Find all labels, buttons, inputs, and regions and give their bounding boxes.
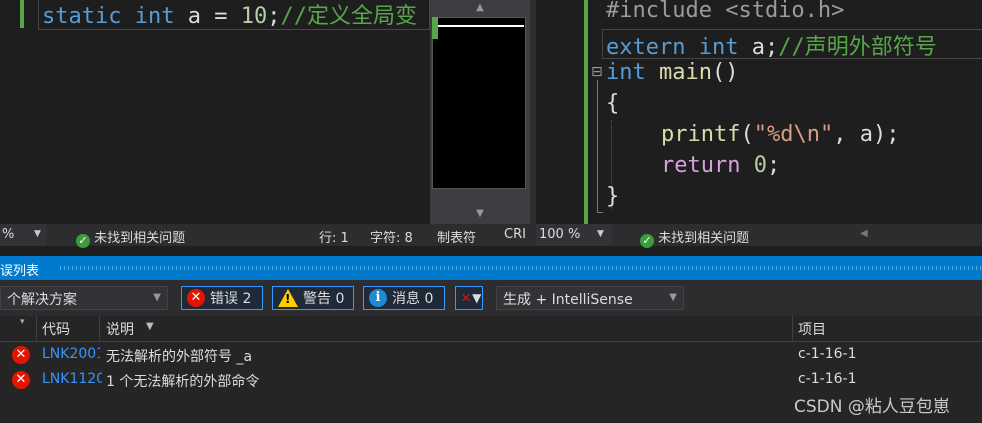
fold-line [597, 80, 598, 212]
sort-chevron-down-icon[interactable]: ▼ [146, 321, 154, 332]
line-ending[interactable]: CRI [504, 227, 530, 242]
panel-title: 误列表 [0, 264, 40, 279]
right-status-bar: 100 % ▼ ✓ 未找到相关问题 ◀ [536, 224, 982, 248]
messages-filter-button[interactable]: i 消息 0 [363, 286, 445, 310]
warning-icon: ! [278, 289, 298, 307]
table-row[interactable]: ✕ LNK2001 无法解析的外部符号 _a c-1-16-1 [0, 343, 982, 368]
right-editor[interactable]: #include <stdio.h> extern int a;//声明外部符号… [536, 0, 982, 224]
column-code[interactable]: 代码 [42, 319, 70, 339]
code-line-6[interactable]: return 0; [661, 153, 780, 178]
code-line[interactable]: static int a = 10;//定义全局变 [42, 0, 430, 30]
issues-indicator[interactable]: ✓ 未找到相关问题 [640, 227, 749, 248]
clear-filter-button[interactable]: ✕ ▼ [455, 286, 483, 310]
warnings-filter-button[interactable]: ! 警告 0 [272, 286, 354, 310]
code-line-3[interactable]: int main() [606, 60, 738, 85]
code-line-7[interactable]: } [606, 184, 619, 209]
column-divider [36, 316, 37, 341]
filter-clear-icon: ✕ [461, 291, 472, 305]
error-description: 1 个无法解析的外部命令 [106, 374, 260, 390]
code-line-2[interactable]: extern int a;//声明外部符号 [606, 29, 937, 61]
error-icon: ✕ [12, 371, 30, 389]
error-code-link[interactable]: LNK2001 [42, 346, 100, 362]
table-header: ▾ 代码 说明 ▼ 项目 [0, 316, 982, 342]
code-line-5[interactable]: printf("%d\n", a); [661, 122, 899, 147]
chevron-down-icon: ▼ [669, 292, 677, 303]
line-number[interactable]: 行: 1 [319, 227, 349, 246]
minimap-change-marker [432, 17, 438, 39]
tab-mode[interactable]: 制表符 [437, 227, 476, 246]
chevron-down-icon: ▼ [34, 229, 41, 239]
minimap-viewport[interactable] [432, 17, 526, 189]
check-circle-icon: ✓ [76, 234, 90, 248]
code-line-1[interactable]: #include <stdio.h> [606, 0, 844, 23]
column-divider [792, 316, 793, 341]
scope-dropdown[interactable]: 个解决方案 ▼ [0, 286, 168, 310]
funnel-icon: ▼ [472, 291, 482, 305]
error-description: 无法解析的外部符号 _a [106, 349, 253, 365]
scroll-left-arrow-icon[interactable]: ◀ [860, 228, 868, 239]
minimap-line-marker [434, 25, 524, 27]
chevron-down-icon: ▼ [597, 229, 604, 239]
left-editor[interactable]: static int a = 10;//定义全局变 [0, 0, 430, 224]
errors-filter-button[interactable]: ✕ 错误 2 [181, 286, 263, 310]
left-status-bar: % ▼ ✓ 未找到相关问题 行: 1 字符: 8 制表符 CRI [0, 224, 530, 248]
code-line-4[interactable]: { [606, 91, 619, 116]
issues-indicator[interactable]: ✓ 未找到相关问题 [76, 227, 185, 248]
zoom-dropdown[interactable]: 100 % ▼ [536, 224, 612, 246]
titlebar-grip [60, 266, 982, 270]
chevron-down-icon: ▼ [153, 292, 161, 303]
char-number[interactable]: 字符: 8 [370, 227, 413, 246]
error-code-link[interactable]: LNK1120 [42, 371, 102, 387]
zoom-dropdown[interactable]: % ▼ [0, 224, 46, 246]
filter-icon[interactable]: ▾ [20, 317, 25, 327]
error-project: c-1-16-1 [798, 346, 857, 362]
error-icon: ✕ [12, 346, 30, 364]
watermark: CSDN @粘人豆包崽 [794, 397, 950, 417]
scroll-down-arrow-icon[interactable]: ▼ [430, 206, 530, 222]
column-description[interactable]: 说明 [106, 319, 134, 339]
check-circle-icon: ✓ [640, 234, 654, 248]
table-row[interactable]: ✕ LNK1120 1 个无法解析的外部命令 c-1-16-1 [0, 368, 982, 393]
column-divider [99, 316, 100, 341]
build-filter-dropdown[interactable]: 生成 + IntelliSense ▼ [496, 286, 684, 310]
error-list-titlebar[interactable]: 误列表 [0, 256, 982, 280]
fold-line-end [597, 212, 603, 213]
change-indicator [20, 0, 24, 28]
change-indicator [584, 0, 588, 224]
collapse-icon[interactable]: ⊟ [591, 64, 603, 80]
column-project[interactable]: 项目 [798, 319, 826, 339]
info-icon: i [369, 289, 387, 307]
error-project: c-1-16-1 [798, 371, 857, 387]
error-icon: ✕ [187, 289, 205, 307]
scroll-up-arrow-icon[interactable]: ▲ [430, 0, 530, 16]
scrollbar-map[interactable]: ▲ ▼ [430, 0, 530, 224]
